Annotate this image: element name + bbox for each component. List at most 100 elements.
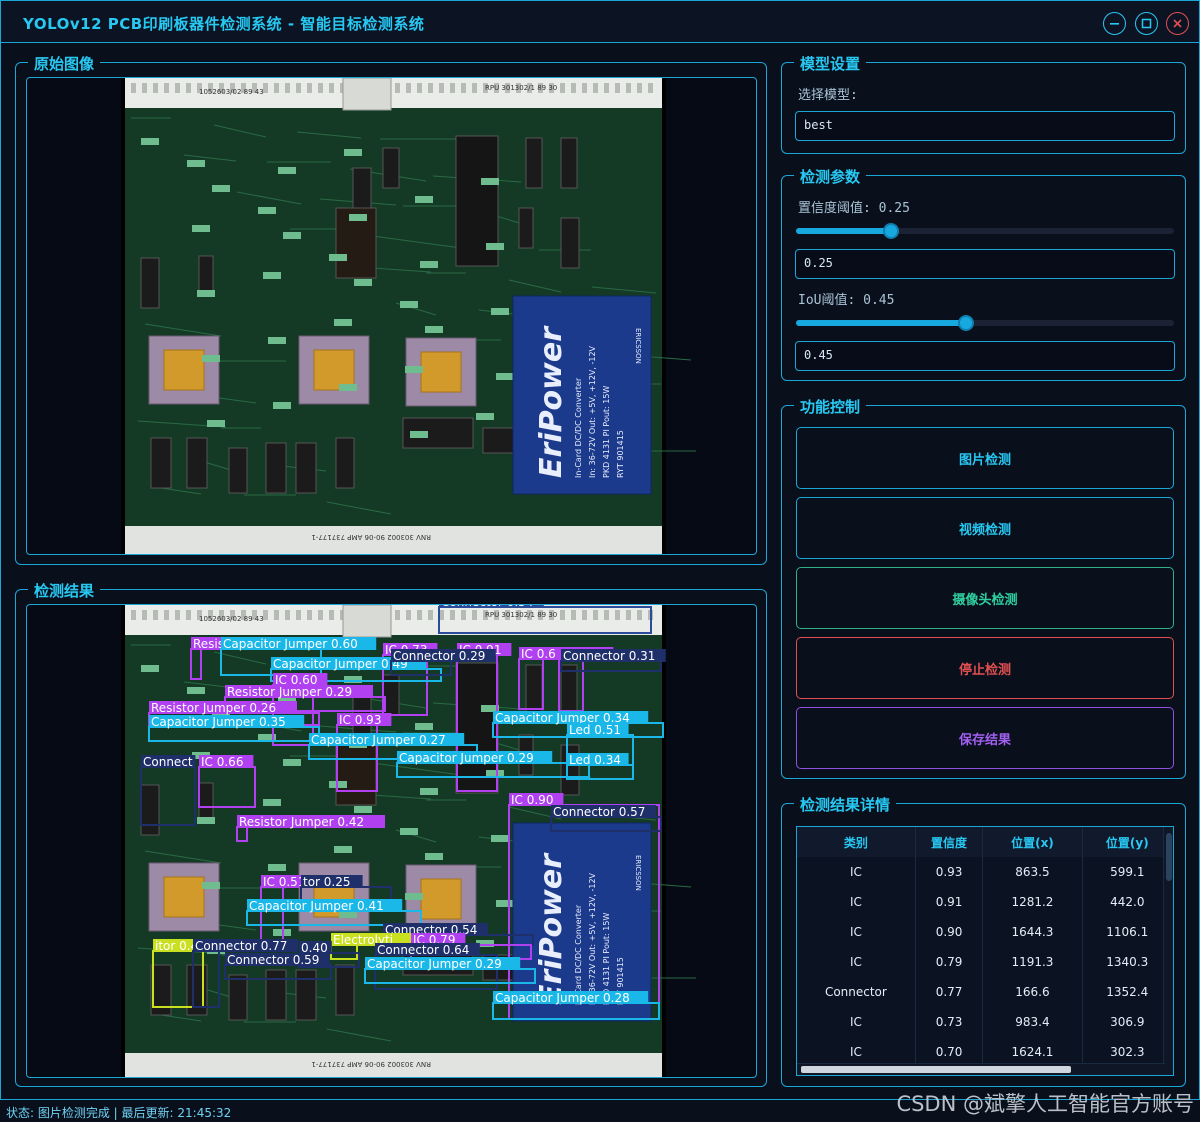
close-button[interactable] xyxy=(1166,12,1189,35)
detection-label: Resis xyxy=(193,637,224,651)
cell-confidence: 0.90 xyxy=(915,917,984,947)
confidence-slider[interactable] xyxy=(796,223,1174,239)
resistor xyxy=(405,366,423,373)
detection-label: Connector 0.54 xyxy=(441,605,533,609)
cell-class: IC xyxy=(797,857,916,887)
model-select-value: best xyxy=(804,118,833,132)
image-detect-button[interactable]: 图片检测 xyxy=(796,427,1174,489)
connector-pin xyxy=(164,610,169,620)
resistor xyxy=(273,402,291,409)
table-row[interactable]: IC 0.73 983.4 306.9 xyxy=(797,1007,1173,1037)
connector-pin xyxy=(263,610,268,620)
resistor xyxy=(202,882,220,889)
vertical-scrollbar-thumb[interactable] xyxy=(1166,833,1172,881)
function-control-group: 功能控制 图片检测 视频检测 摄像头检测 停止检测 保存结果 xyxy=(781,396,1186,779)
resistor xyxy=(278,167,296,174)
cell-class: IC xyxy=(797,1007,916,1037)
table-row[interactable]: IC 0.93 863.5 599.1 xyxy=(797,857,1173,887)
connector-pin xyxy=(560,83,565,93)
resistor xyxy=(354,806,372,813)
resistor xyxy=(283,232,301,239)
dcdc-label: In-Card DC/DC Converter xyxy=(574,377,583,478)
connector-pin xyxy=(571,610,576,620)
cell-y: 1352.4 xyxy=(1082,977,1173,1007)
confidence-slider-handle[interactable] xyxy=(883,223,899,239)
dcdc-label: RYT 901415 xyxy=(616,430,625,478)
detection-label: IC 0.6 xyxy=(521,647,556,661)
maximize-button[interactable] xyxy=(1135,12,1158,35)
video-detect-button[interactable]: 视频检测 xyxy=(796,497,1174,559)
resistor xyxy=(187,687,205,694)
detection-label: Connector 0.59 xyxy=(227,953,319,967)
iou-slider-handle[interactable] xyxy=(958,315,974,331)
detection-label: Resistor Jumper 0.26 xyxy=(151,701,276,715)
detection-result-title: 检测结果 xyxy=(28,580,101,601)
connector-pin xyxy=(615,83,620,93)
connector-latch xyxy=(342,605,392,638)
resistor xyxy=(202,355,220,362)
chip-gold-die xyxy=(163,349,205,391)
connector-pin xyxy=(142,610,147,620)
table-row[interactable]: Connector 0.77 166.6 1352.4 xyxy=(797,977,1173,1007)
connector-pin xyxy=(417,83,422,93)
connector-pin xyxy=(153,610,158,620)
detection-label: IC 0.51 xyxy=(263,875,305,889)
resistor xyxy=(425,853,443,860)
detection-label: Connector 0.64 xyxy=(377,943,469,957)
camera-detect-button[interactable]: 摄像头检测 xyxy=(796,567,1174,629)
resistor xyxy=(212,185,230,192)
column-header-x[interactable]: 位置(x) xyxy=(982,827,1083,857)
connector-pin xyxy=(604,83,609,93)
pcb-chip xyxy=(265,969,287,1021)
resistor xyxy=(258,207,276,214)
dcdc-brand: EriPower xyxy=(534,852,569,1005)
table-row[interactable]: IC 0.91 1281.2 442.0 xyxy=(797,887,1173,917)
column-header-y[interactable]: 位置(y) xyxy=(1082,827,1173,857)
column-header-confidence[interactable]: 置信度 xyxy=(915,827,984,857)
dcdc-label: PKD 4131 PI Pout: 15W xyxy=(602,386,611,478)
details-table-container: 类别 置信度 位置(x) 位置(y) IC 0.93 863.5 599.1 IC 0.… xyxy=(796,826,1174,1076)
pcb-label-top-right: RPU 301302/1 89 30 xyxy=(485,84,557,92)
column-header-class[interactable]: 类别 xyxy=(797,827,916,857)
detection-label: Capacitor Jumper 0.29 xyxy=(399,751,534,765)
app-window: YOLOv12 PCB印刷板器件检测系统 - 智能目标检测系统 原始图像 105… xyxy=(0,0,1200,1100)
horizontal-scrollbar[interactable] xyxy=(797,1063,1165,1075)
horizontal-scrollbar-thumb[interactable] xyxy=(801,1066,1071,1073)
minimize-button[interactable] xyxy=(1103,12,1126,35)
model-select[interactable]: best xyxy=(795,111,1175,141)
chip-gold-die xyxy=(420,351,462,393)
connector-pin xyxy=(582,610,587,620)
table-row[interactable]: IC 0.90 1644.3 1106.1 xyxy=(797,917,1173,947)
connector-pin xyxy=(131,83,136,93)
detection-label: tor 0.25 xyxy=(303,875,351,889)
resistor xyxy=(415,723,433,730)
iou-input[interactable]: 0.45 xyxy=(795,341,1175,371)
dcdc-label: In: 36-72V Out: +5V, +12V, -12V xyxy=(588,872,597,1005)
pcb-chip xyxy=(150,437,172,489)
stop-detect-button[interactable]: 停止检测 xyxy=(796,637,1174,699)
resistor xyxy=(486,770,504,777)
resistor xyxy=(354,279,372,286)
resistor xyxy=(334,846,352,853)
connector-pin xyxy=(164,83,169,93)
confidence-input[interactable]: 0.25 xyxy=(795,249,1175,279)
iou-slider[interactable] xyxy=(796,315,1174,331)
confidence-label: 置信度阈值: 0.25 xyxy=(798,201,910,216)
connector-pin xyxy=(428,610,433,620)
table-row[interactable]: IC 0.79 1191.3 1340.3 xyxy=(797,947,1173,977)
vertical-scrollbar[interactable] xyxy=(1163,827,1173,1075)
detection-label: Capacitor Jumper 0.29 xyxy=(367,957,502,971)
connector-pin xyxy=(593,83,598,93)
connector-pin xyxy=(186,83,191,93)
connector-pin xyxy=(296,610,301,620)
save-result-button[interactable]: 保存结果 xyxy=(796,707,1174,769)
resistor xyxy=(263,799,281,806)
detection-label: Capacitor Jumper 0.27 xyxy=(311,733,446,747)
resistor xyxy=(420,261,438,268)
connector-pin xyxy=(131,610,136,620)
connector-pin xyxy=(593,610,598,620)
connector-pin xyxy=(285,610,290,620)
original-image-title: 原始图像 xyxy=(28,53,101,74)
resistor xyxy=(420,788,438,795)
connector-pin xyxy=(318,610,323,620)
